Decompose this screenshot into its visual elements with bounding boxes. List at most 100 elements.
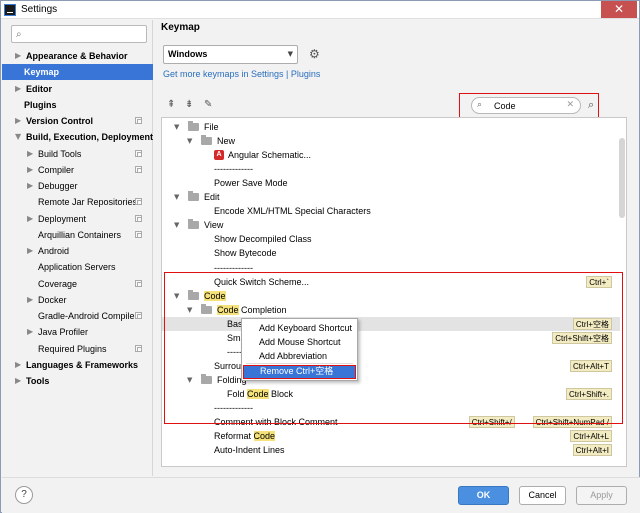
table-row[interactable]: Encode XML/HTML Special Characters (162, 204, 620, 218)
chevron-down-icon[interactable]: ▼ (174, 120, 179, 134)
chevron-right-icon[interactable]: ▶ (15, 48, 21, 64)
sidebar-item-label: Languages & Frameworks (26, 359, 139, 370)
chevron-down-icon[interactable]: ▼ (15, 129, 21, 145)
sidebar-item-label: Arquillian Containers (38, 229, 122, 240)
table-row[interactable]: A Angular Schematic... (162, 148, 620, 162)
chevron-right-icon[interactable]: ▶ (27, 211, 33, 227)
sidebar-item-editor[interactable]: ▶ Editor (2, 81, 153, 97)
search-highlight-box (459, 93, 599, 119)
cancel-button[interactable]: Cancel (519, 486, 566, 505)
menu-item-add-abbreviation[interactable]: Add Abbreviation (243, 349, 356, 363)
chevron-right-icon[interactable]: ▶ (15, 81, 21, 97)
row-label: View (204, 218, 223, 232)
table-row[interactable]: ▼ New (162, 134, 620, 148)
row-label: File (204, 120, 219, 134)
sidebar-item-label: Application Servers (38, 262, 116, 273)
sidebar-item-application-servers[interactable]: Application Servers (2, 259, 153, 275)
sidebar-item-debugger[interactable]: ▶ Debugger (2, 178, 153, 194)
sidebar-item-coverage[interactable]: Coverage (2, 276, 153, 292)
search-match: Code (253, 431, 276, 442)
table-row[interactable]: Auto-Indent Lines Ctrl+Alt+I (162, 443, 620, 457)
sidebar-item-required-plugins[interactable]: Required Plugins (2, 341, 153, 357)
more-keymaps-link[interactable]: Get more keymaps in Settings | Plugins (163, 69, 320, 79)
sidebar-item-docker[interactable]: ▶ Docker (2, 292, 153, 308)
edit-shortcut-icon[interactable]: ✎ (204, 99, 212, 110)
chevron-right-icon[interactable]: ▶ (15, 113, 21, 129)
search-icon: ⌕ (16, 29, 22, 40)
find-by-shortcut-icon[interactable]: ⌕ (588, 98, 594, 112)
sidebar-item-tools[interactable]: ▶ Tools (2, 373, 153, 389)
sidebar-item-languages-frameworks[interactable]: ▶ Languages & Frameworks (2, 357, 153, 373)
chevron-right-icon[interactable]: ▶ (27, 146, 33, 162)
sidebar-item-label: Compiler (38, 164, 75, 175)
chevron-right-icon[interactable]: ▶ (15, 373, 21, 389)
label-text: Encode XML/HTML Special Characters (214, 206, 371, 217)
table-row[interactable]: ▼ File (162, 120, 620, 134)
label-text: ------------- (214, 164, 253, 175)
table-row[interactable]: Reformat Code Ctrl+Alt+L (162, 429, 620, 443)
sidebar-item-deployment[interactable]: ▶ Deployment (2, 211, 153, 227)
sidebar-item-label: Coverage (38, 278, 78, 289)
sidebar-item-gradle-android-compiler[interactable]: Gradle-Android Compiler (2, 308, 153, 324)
shortcut-badge: Ctrl+Alt+I (572, 444, 612, 457)
collapse-all-icon[interactable]: ⇟ (185, 99, 193, 110)
label-text: Show Decompiled Class (214, 234, 312, 245)
sidebar-item-version-control[interactable]: ▶ Version Control (2, 113, 153, 129)
sidebar-item-java-profiler[interactable]: ▶ Java Profiler (2, 324, 153, 340)
row-label: Edit (204, 190, 220, 204)
table-row[interactable]: ▼ View (162, 218, 620, 232)
row-label: Encode XML/HTML Special Characters (214, 204, 371, 218)
chevron-right-icon[interactable]: ▶ (15, 357, 21, 373)
sidebar-item-label: Deployment (38, 213, 87, 224)
settings-window: Settings ✕ ⌕ ▶ Appearance & Behavior Keyma… (0, 0, 640, 513)
sidebar-item-label: Build, Execution, Deployment (26, 132, 154, 143)
sidebar-item-compiler[interactable]: ▶ Compiler (2, 162, 153, 178)
sidebar-item-label: Appearance & Behavior (26, 51, 128, 61)
sidebar-item-keymap[interactable]: Keymap (2, 64, 153, 81)
ok-button[interactable]: OK (458, 486, 509, 505)
context-menu: Add Keyboard Shortcut Add Mouse Shortcut… (241, 318, 358, 381)
sidebar-item-remote-jar-repositories[interactable]: Remote Jar Repositories (2, 194, 153, 210)
row-label: Reformat Code (214, 429, 276, 443)
row-label: Show Bytecode (214, 246, 277, 260)
sidebar-item-arquillian-containers[interactable]: Arquillian Containers (2, 227, 153, 243)
folder-icon (188, 191, 199, 202)
chevron-down-icon[interactable]: ▼ (174, 190, 179, 204)
table-row[interactable]: Power Save Mode (162, 176, 620, 190)
sidebar-item-label: Build Tools (38, 148, 82, 159)
expand-all-icon[interactable]: ⇞ (167, 99, 175, 110)
help-button[interactable]: ? (15, 486, 33, 504)
copy-settings-icon (135, 149, 142, 157)
table-row[interactable]: ▼ Edit (162, 190, 620, 204)
chevron-right-icon[interactable]: ▶ (27, 292, 33, 308)
close-button[interactable]: ✕ (601, 1, 637, 18)
sidebar-search-input[interactable]: ⌕ (11, 25, 147, 43)
apply-button[interactable]: Apply (576, 486, 627, 505)
chevron-right-icon[interactable]: ▶ (27, 324, 33, 340)
sidebar-item-build-execution-deployment[interactable]: ▼ Build, Execution, Deployment (2, 129, 153, 145)
label-text: Auto-Indent Lines (214, 445, 285, 456)
row-label: ------------- (214, 162, 253, 176)
sidebar-item-appearance-behavior[interactable]: ▶ Appearance & Behavior (2, 48, 153, 64)
label-text: ------------- (214, 262, 253, 273)
menu-item-remove-shortcut[interactable]: Remove Ctrl+空格 (243, 365, 356, 379)
menu-item-add-keyboard-shortcut[interactable]: Add Keyboard Shortcut (243, 321, 356, 335)
folder-icon (188, 219, 199, 230)
chevron-right-icon[interactable]: ▶ (27, 162, 33, 178)
sidebar-item-build-tools[interactable]: ▶ Build Tools (2, 146, 153, 162)
chevron-right-icon[interactable]: ▶ (27, 178, 33, 194)
tree-scrollbar[interactable] (619, 138, 625, 218)
table-row[interactable]: Show Bytecode (162, 246, 620, 260)
table-row[interactable]: ------------- (162, 162, 620, 176)
chevron-down-icon[interactable]: ▼ (174, 218, 179, 232)
keymap-dropdown[interactable]: Windows ▼ (163, 45, 298, 64)
label-text: File (204, 122, 219, 132)
menu-item-add-mouse-shortcut[interactable]: Add Mouse Shortcut (243, 335, 356, 349)
sidebar-item-android[interactable]: ▶ Android (2, 243, 153, 259)
gear-icon[interactable]: ⚙ (309, 47, 320, 61)
chevron-right-icon[interactable]: ▶ (27, 243, 33, 259)
table-row[interactable]: Show Decompiled Class (162, 232, 620, 246)
chevron-down-icon[interactable]: ▼ (187, 134, 192, 148)
copy-settings-icon (135, 344, 142, 352)
sidebar-item-plugins[interactable]: Plugins (2, 97, 153, 113)
